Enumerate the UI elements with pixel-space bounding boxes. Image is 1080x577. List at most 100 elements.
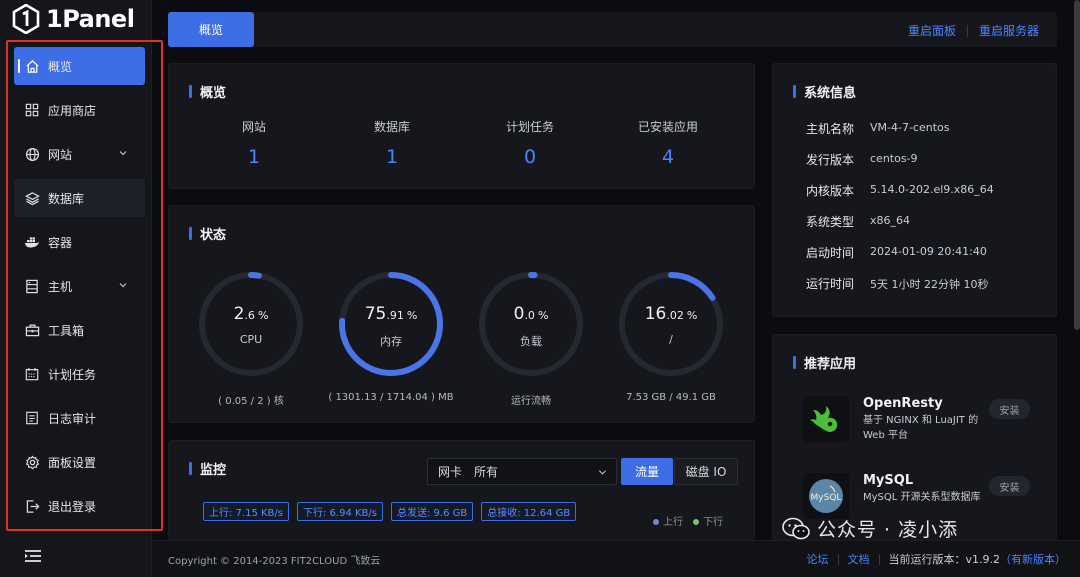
- divider: [837, 553, 839, 565]
- app-name[interactable]: MySQL: [863, 473, 913, 488]
- stat-value[interactable]: 1: [323, 146, 461, 168]
- log-icon: [24, 410, 40, 426]
- legend-down[interactable]: 下行: [693, 513, 723, 528]
- stat-value[interactable]: 4: [599, 146, 737, 168]
- gauge-value: 0.0%: [477, 304, 585, 324]
- nic-select[interactable]: 网卡 所有: [427, 458, 617, 485]
- layers-icon: [24, 190, 40, 206]
- sidebar-item-log-audit[interactable]: 日志审计: [14, 399, 145, 437]
- stat-databases[interactable]: 数据库 1: [323, 118, 461, 168]
- info-value: 2024-01-09 20:41:40: [870, 245, 987, 258]
- card-title: 推荐应用: [793, 353, 856, 372]
- sidebar-item-label: 应用商店: [48, 103, 97, 118]
- sidebar-item-label: 网站: [48, 147, 73, 162]
- stat-label: 已安装应用: [637, 120, 698, 134]
- stat-label: 数据库: [373, 120, 410, 134]
- recommended-apps-card: 推荐应用 OpenResty 基于 NGINX 和 LuaJIT 的 Web 平…: [772, 334, 1057, 540]
- gauge-subtitle: ( 0.05 / 2 ) 核: [218, 396, 284, 407]
- sidebar-item-label: 退出登录: [48, 499, 97, 514]
- system-info-row: 内核版本 5.14.0-202.el9.x86_64: [806, 182, 994, 213]
- tag-total-sent: 总发送: 9.6 GB: [391, 502, 474, 521]
- status-gauges: 2.6% CPU ( 0.05 / 2 ) 核 75.91% 内存 ( 1301.13 /…: [197, 264, 757, 414]
- version-label: 当前运行版本：: [888, 553, 966, 566]
- brand-logo[interactable]: 1Panel: [12, 4, 135, 34]
- disk-io-toggle-button[interactable]: 磁盘 IO: [674, 458, 738, 485]
- footer-links: 论坛 文档 当前运行版本： v1.9.2 （有新版本）: [807, 551, 1067, 567]
- app-name[interactable]: OpenResty: [863, 396, 943, 411]
- overview-stats: 网站 1 数据库 1 计划任务 0 已安装应用 4: [185, 118, 755, 168]
- version-number: v1.9.2: [965, 552, 1001, 566]
- system-info-list: 主机名称 VM-4-7-centos 发行版本 centos-9 内核版本 5.14.…: [806, 120, 994, 306]
- info-key: 内核版本: [806, 184, 855, 198]
- sidebar-item-label: 日志审计: [48, 411, 97, 426]
- sidebar-item-panel-settings[interactable]: 面板设置: [14, 443, 145, 481]
- watermark: 公众号 · 凌小添: [781, 515, 958, 542]
- card-title: 监控: [189, 459, 226, 478]
- legend-up[interactable]: 上行: [653, 513, 683, 528]
- docs-link[interactable]: 文档: [848, 551, 870, 567]
- server-icon: [24, 278, 40, 294]
- card-title: 概览: [189, 82, 226, 101]
- menu-collapse-icon[interactable]: [24, 548, 42, 564]
- divider: [878, 553, 880, 565]
- nic-select-label: 网卡: [438, 465, 463, 479]
- divider: [966, 24, 968, 37]
- sidebar-item-website[interactable]: 网站: [14, 135, 145, 173]
- gauge-value-unit: %: [537, 309, 549, 322]
- traffic-toggle-button[interactable]: 流量: [621, 458, 673, 485]
- sidebar-item-label: 容器: [48, 235, 73, 250]
- sidebar-item-database[interactable]: 数据库: [14, 179, 145, 217]
- gauge-value-int: 0: [513, 304, 525, 324]
- card-title: 系统信息: [793, 82, 856, 101]
- tab-overview[interactable]: 概览: [168, 12, 254, 47]
- app-description: MySQL 开源关系型数据库: [863, 492, 981, 503]
- 1panel-logo-icon: [12, 4, 40, 34]
- sidebar-item-cron[interactable]: 计划任务: [14, 355, 145, 393]
- install-button[interactable]: 安装: [989, 476, 1030, 496]
- restart-server-link[interactable]: 重启服务器: [979, 22, 1039, 39]
- sidebar-item-toolbox[interactable]: 工具箱: [14, 311, 145, 349]
- stat-value[interactable]: 0: [461, 146, 599, 168]
- gauge-subtitle: 7.53 GB / 49.1 GB: [626, 392, 716, 403]
- gauge-memory[interactable]: 75.91% 内存: [337, 270, 445, 378]
- logout-icon: [24, 498, 40, 514]
- gauge-name: /: [669, 333, 673, 346]
- gauge-value-dec: .02: [666, 309, 684, 322]
- info-value: centos-9: [870, 152, 918, 165]
- docker-whale-icon: [24, 234, 40, 250]
- gauge-name: 内存: [380, 335, 402, 348]
- chevron-down-icon: [598, 470, 607, 475]
- info-key: 运行时间: [806, 277, 855, 291]
- sidebar-item-overview[interactable]: 概览: [14, 47, 145, 85]
- stat-cron-jobs[interactable]: 计划任务 0: [461, 118, 599, 168]
- info-value: x86_64: [870, 214, 911, 227]
- sidebar-item-host[interactable]: 主机: [14, 267, 145, 305]
- gauge-cpu[interactable]: 2.6% CPU: [197, 270, 305, 378]
- sidebar-item-container[interactable]: 容器: [14, 223, 145, 261]
- stat-installed-apps[interactable]: 已安装应用 4: [599, 118, 737, 168]
- mysql-logo-icon: MySQL: [803, 473, 849, 519]
- scrollbar[interactable]: [1074, 0, 1080, 330]
- new-version-link[interactable]: （有新版本）: [1000, 551, 1066, 567]
- sidebar-item-logout[interactable]: 退出登录: [14, 487, 145, 525]
- gauge-load[interactable]: 0.0% 负载: [477, 270, 585, 378]
- apps-grid-icon: [24, 102, 40, 118]
- traffic-tags: 上行: 7.15 KB/s 下行: 6.94 KB/s 总发送: 9.6 GB …: [203, 502, 577, 521]
- info-value: 5.14.0-202.el9.x86_64: [870, 183, 994, 196]
- gauge-value: 75.91%: [337, 304, 445, 324]
- stat-value[interactable]: 1: [185, 146, 323, 168]
- stat-websites[interactable]: 网站 1: [185, 118, 323, 168]
- brand-name: 1Panel: [46, 5, 135, 33]
- forum-link[interactable]: 论坛: [807, 551, 829, 567]
- toolbox-icon: [24, 322, 40, 338]
- system-info-card: 系统信息 主机名称 VM-4-7-centos 发行版本 centos-9 内核版本…: [772, 63, 1057, 317]
- gauge-ring: [199, 272, 303, 376]
- info-value: VM-4-7-centos: [870, 121, 950, 134]
- info-value: 5天 1小时 22分钟 10秒: [870, 278, 989, 291]
- gauge-value-int: 2: [233, 304, 245, 324]
- gauge-disk[interactable]: 16.02% /: [617, 270, 725, 378]
- sidebar-item-app-store[interactable]: 应用商店: [14, 91, 145, 129]
- restart-panel-link[interactable]: 重启面板: [908, 22, 956, 39]
- install-button[interactable]: 安装: [989, 399, 1030, 419]
- calendar-icon: [24, 366, 40, 382]
